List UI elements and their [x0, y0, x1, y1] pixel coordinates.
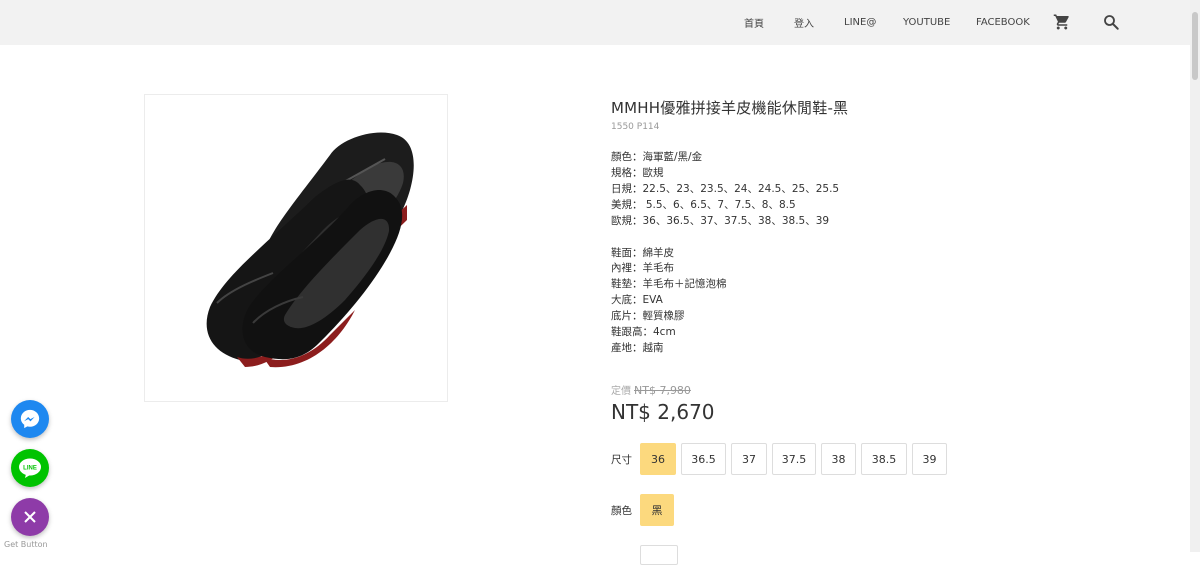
nav-label[interactable]: 登入	[794, 15, 814, 30]
spec-line: 規格：歐規	[611, 166, 664, 179]
nav-label[interactable]: LINE@	[844, 17, 876, 28]
messenger-icon	[20, 409, 40, 429]
spec-line: 日規：22.5、23、23.5、24、24.5、25、25.5	[611, 182, 840, 195]
size-option-38-5[interactable]: 38.5	[861, 443, 907, 475]
original-price: NT$ 7,980	[634, 384, 691, 397]
spec-line: 鞋跟高：4cm	[611, 326, 676, 339]
product-sku: 1550 P114	[611, 122, 660, 132]
original-price-label: 定價	[611, 386, 631, 397]
shoe-image	[206, 132, 414, 368]
line-icon: LINE	[19, 458, 41, 478]
nav-item-facebook[interactable]: FACEBOOK	[976, 0, 1030, 45]
product-specs: 顏色：海軍藍/黑/金 規格：歐規 日規：22.5、23、23.5、24、24.5…	[611, 150, 839, 357]
scrollbar[interactable]	[1190, 0, 1200, 552]
nav-item-youtube[interactable]: YOUTUBE	[903, 0, 950, 45]
size-option-36-5[interactable]: 36.5	[681, 443, 726, 475]
nav-item-home[interactable]: 首頁	[744, 0, 764, 45]
nav-label[interactable]: 首頁	[744, 15, 764, 30]
nav-item-login[interactable]: 登入	[794, 0, 814, 45]
quantity-field[interactable]	[640, 545, 678, 565]
size-option-36[interactable]: 36	[640, 443, 676, 475]
messenger-button[interactable]	[11, 400, 49, 438]
color-label: 顏色	[611, 505, 632, 517]
nav-label[interactable]: YOUTUBE	[903, 17, 950, 28]
spec-line: 鞋墊：羊毛布＋記憶泡棉	[611, 278, 727, 291]
svg-text:LINE: LINE	[23, 466, 37, 472]
size-option-37[interactable]: 37	[731, 443, 767, 475]
scroll-thumb[interactable]	[1192, 12, 1198, 80]
size-label: 尺寸	[611, 454, 632, 466]
spec-line: 產地：越南	[611, 341, 664, 354]
line-button[interactable]: LINE	[11, 449, 49, 487]
spec-line: 顏色：海軍藍/黑/金	[611, 151, 703, 163]
nav-item-line[interactable]: LINE@	[844, 0, 876, 45]
search-icon[interactable]	[1102, 13, 1120, 31]
spec-line: 美規： 5.5、6、6.5、7、7.5、8、8.5	[611, 198, 796, 211]
original-price-row: 定價 NT$ 7,980	[611, 382, 691, 397]
product-title: MMHH優雅拼接羊皮機能休閒鞋-黑	[611, 99, 849, 117]
spec-line: 歐規：36、36.5、37、37.5、38、38.5、39	[611, 214, 830, 227]
size-option-37-5[interactable]: 37.5	[772, 443, 816, 475]
get-button-label[interactable]: Get Button	[4, 540, 48, 549]
top-nav-bar: 首頁 登入 LINE@ YOUTUBE FACEBOOK	[0, 0, 1190, 45]
color-option-black[interactable]: 黑	[640, 494, 674, 526]
size-option-39[interactable]: 39	[912, 443, 947, 475]
sale-price: NT$ 2,670	[611, 400, 715, 424]
spec-line: 底片：輕質橡膠	[611, 310, 685, 323]
spec-line: 鞋面：綿羊皮	[611, 246, 674, 259]
spec-line: 大底：EVA	[611, 294, 663, 307]
spec-line: 內裡：羊毛布	[611, 262, 674, 275]
spec-spacer	[611, 230, 839, 246]
cart-icon[interactable]	[1053, 13, 1071, 31]
close-floating-button[interactable]	[11, 498, 49, 536]
nav-label[interactable]: FACEBOOK	[976, 17, 1030, 28]
close-icon	[24, 511, 36, 523]
size-option-38[interactable]: 38	[821, 443, 856, 475]
product-image[interactable]	[144, 94, 448, 402]
